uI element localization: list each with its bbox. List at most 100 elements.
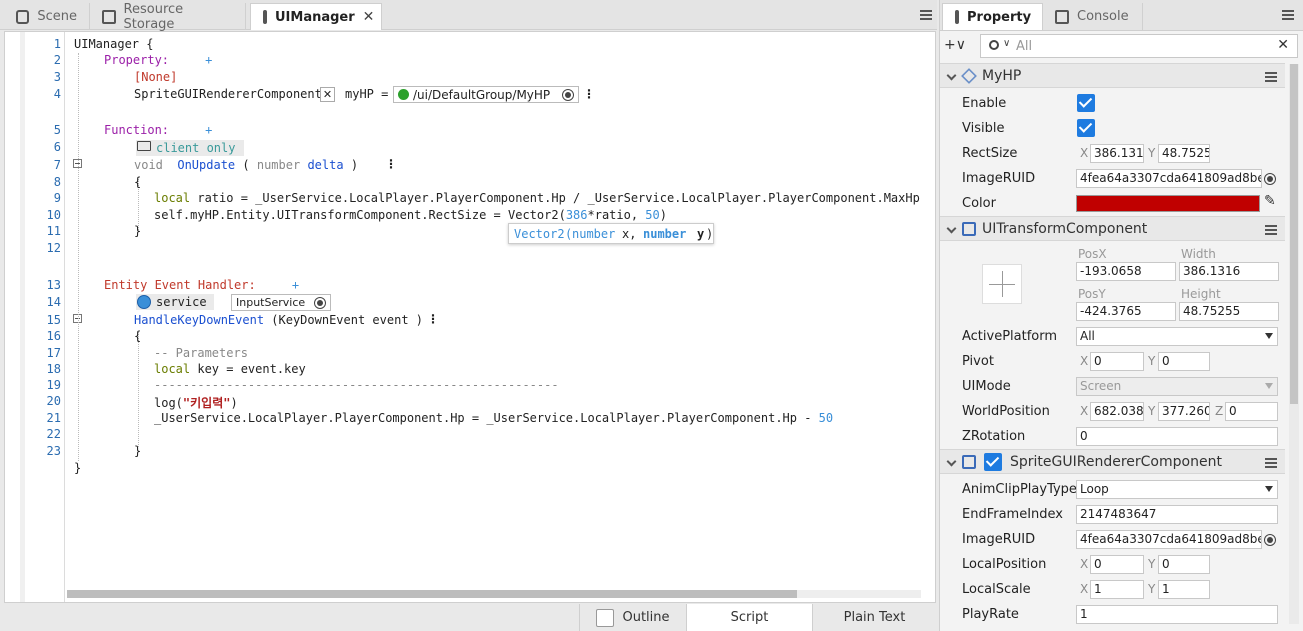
chevron-down-icon[interactable] (946, 456, 957, 467)
line-number: 9 (53, 191, 61, 205)
more-options-icon[interactable]: ⋮ (427, 312, 439, 326)
localscale-x-input[interactable]: 1 (1090, 580, 1144, 599)
target-icon[interactable] (562, 88, 574, 101)
client-only-badge[interactable]: client only (136, 140, 244, 156)
enable-checkbox[interactable] (1077, 94, 1095, 112)
field-label: ImageRUID (962, 171, 1036, 186)
target-icon[interactable] (314, 296, 326, 309)
entity-ref-field[interactable]: /ui/DefaultGroup/MyHP (393, 86, 579, 103)
code-text: log( (154, 396, 183, 410)
animclip-select[interactable]: Loop (1076, 480, 1278, 499)
target-icon[interactable] (1264, 173, 1276, 185)
width-input[interactable]: 386.1316 (1179, 262, 1279, 281)
service-badge[interactable]: service (136, 294, 214, 310)
pivot-x-input[interactable]: 0 (1090, 352, 1144, 371)
zrotation-input[interactable]: 0 (1076, 427, 1278, 446)
tab-label: Scene (37, 9, 77, 24)
more-options-icon[interactable]: ⋮ (583, 87, 595, 101)
menu-icon[interactable] (1282, 10, 1294, 20)
tooltip-param-type: number (643, 227, 687, 241)
field-label: ZRotation (962, 429, 1026, 444)
script-icon (263, 10, 267, 24)
rectsize-x-input[interactable]: 386.1316 (1090, 144, 1144, 163)
outline-checkbox[interactable] (596, 608, 615, 627)
anchor-preset-icon[interactable] (982, 264, 1022, 304)
tab-property[interactable]: Property (942, 3, 1043, 30)
scrollbar-thumb[interactable] (67, 590, 797, 598)
imageruid-input[interactable]: 4fea64a3307cda641809ad8be0 (1076, 169, 1262, 188)
chevron-down-icon[interactable] (946, 223, 957, 234)
chevron-down-icon[interactable] (946, 70, 957, 81)
tab-plain-text[interactable]: Plain Text (812, 604, 936, 631)
line-number: 6 (53, 140, 61, 154)
localscale-y-input[interactable]: 1 (1158, 580, 1210, 599)
playrate-input[interactable]: 1 (1076, 605, 1278, 624)
row-playrate: PlayRate 1 (940, 602, 1285, 627)
pivot-y-input[interactable]: 0 (1158, 352, 1210, 371)
close-icon[interactable]: ✕ (363, 9, 375, 25)
property-type[interactable]: SpriteGUIRendererComponent (134, 87, 322, 101)
row-zrotation: ZRotation 0 (940, 424, 1285, 449)
tab-scene[interactable]: Scene (4, 3, 90, 30)
posy-label: PosY (1078, 287, 1106, 301)
code-editor[interactable]: 1 2 3 4 5 6 7 8 9 10 11 12 13 14 15 16 17 18 19 20 21 22 23 UI… (4, 31, 936, 603)
more-options-icon[interactable]: ⋮ (385, 157, 397, 171)
menu-icon[interactable] (920, 10, 932, 20)
add-event-handler-button[interactable]: + (292, 278, 299, 292)
add-function-button[interactable]: + (205, 123, 212, 137)
horizontal-scrollbar[interactable] (67, 590, 921, 598)
tab-resource-storage[interactable]: Resource Storage (90, 2, 246, 32)
tab-script[interactable]: Script (686, 604, 812, 631)
add-component-button[interactable]: +∨ (944, 37, 966, 53)
code-text: *ratio, (587, 208, 646, 222)
property-name[interactable]: myHP = (345, 87, 388, 101)
worldpos-x-input[interactable]: 682.0385 (1090, 402, 1144, 421)
section-menu-icon[interactable] (1265, 72, 1277, 82)
rectsize-y-input[interactable]: 48.7525 (1158, 144, 1210, 163)
posx-input[interactable]: -193.0658 (1076, 262, 1176, 281)
section-myhp[interactable]: MyHP (940, 63, 1285, 88)
eyedropper-icon[interactable]: ✎ (1264, 193, 1276, 209)
function-name[interactable]: HandleKeyDownEvent (134, 313, 264, 327)
clear-icon[interactable]: ✕ (1277, 37, 1289, 53)
code-comment: -- Parameters (154, 346, 248, 360)
outline-toggle[interactable]: Outline (579, 604, 686, 631)
code-line: Function: + (104, 123, 212, 137)
code-line: self.myHP.Entity.UITransformComponent.Re… (154, 208, 667, 222)
panel-tabbar: Property Console (940, 0, 1303, 31)
target-icon[interactable] (1264, 534, 1276, 546)
tab-uimanager[interactable]: UIManager ✕ (250, 3, 382, 30)
scrollbar-thumb[interactable] (1290, 64, 1298, 404)
localpos-y-input[interactable]: 0 (1158, 555, 1210, 574)
remove-type-icon[interactable]: ✕ (320, 87, 335, 102)
visible-checkbox[interactable] (1077, 119, 1095, 137)
service-selector[interactable]: InputService (231, 294, 331, 311)
section-uitransform[interactable]: UITransformComponent (940, 216, 1285, 241)
sprite-enable-checkbox[interactable] (984, 453, 1002, 471)
section-menu-icon[interactable] (1265, 458, 1277, 468)
search-placeholder: All (1016, 39, 1033, 54)
worldpos-y-input[interactable]: 377.2605 (1158, 402, 1210, 421)
property-search[interactable]: ∨ All ✕ (980, 34, 1298, 58)
worldpos-z-input[interactable]: 0 (1225, 402, 1278, 421)
vertical-scrollbar[interactable] (1289, 64, 1299, 624)
none-attribute[interactable]: [None] (134, 70, 177, 84)
posy-input[interactable]: -424.3765 (1076, 302, 1176, 321)
endframe-input[interactable]: 2147483647 (1076, 505, 1278, 524)
localpos-x-input[interactable]: 0 (1090, 555, 1144, 574)
activeplatform-select[interactable]: All (1076, 327, 1278, 346)
section-sprite-renderer[interactable]: SpriteGUIRendererComponent (940, 449, 1285, 474)
function-name[interactable]: OnUpdate (177, 158, 235, 172)
code-line: HandleKeyDownEvent (KeyDownEvent event ) (134, 313, 423, 327)
height-input[interactable]: 48.75255 (1179, 302, 1279, 321)
section-menu-icon[interactable] (1265, 225, 1277, 235)
add-property-button[interactable]: + (205, 53, 212, 67)
tab-console[interactable]: Console (1043, 3, 1143, 30)
sprite-imageruid-input[interactable]: 4fea64a3307cda641809ad8be0 (1076, 530, 1262, 549)
color-swatch[interactable] (1076, 195, 1260, 212)
uimode-select: Screen (1076, 377, 1278, 396)
line-number: 23 (46, 444, 61, 458)
section-title: MyHP (982, 68, 1022, 84)
line-number: 22 (46, 427, 61, 441)
axis-label: Y (1148, 146, 1156, 160)
